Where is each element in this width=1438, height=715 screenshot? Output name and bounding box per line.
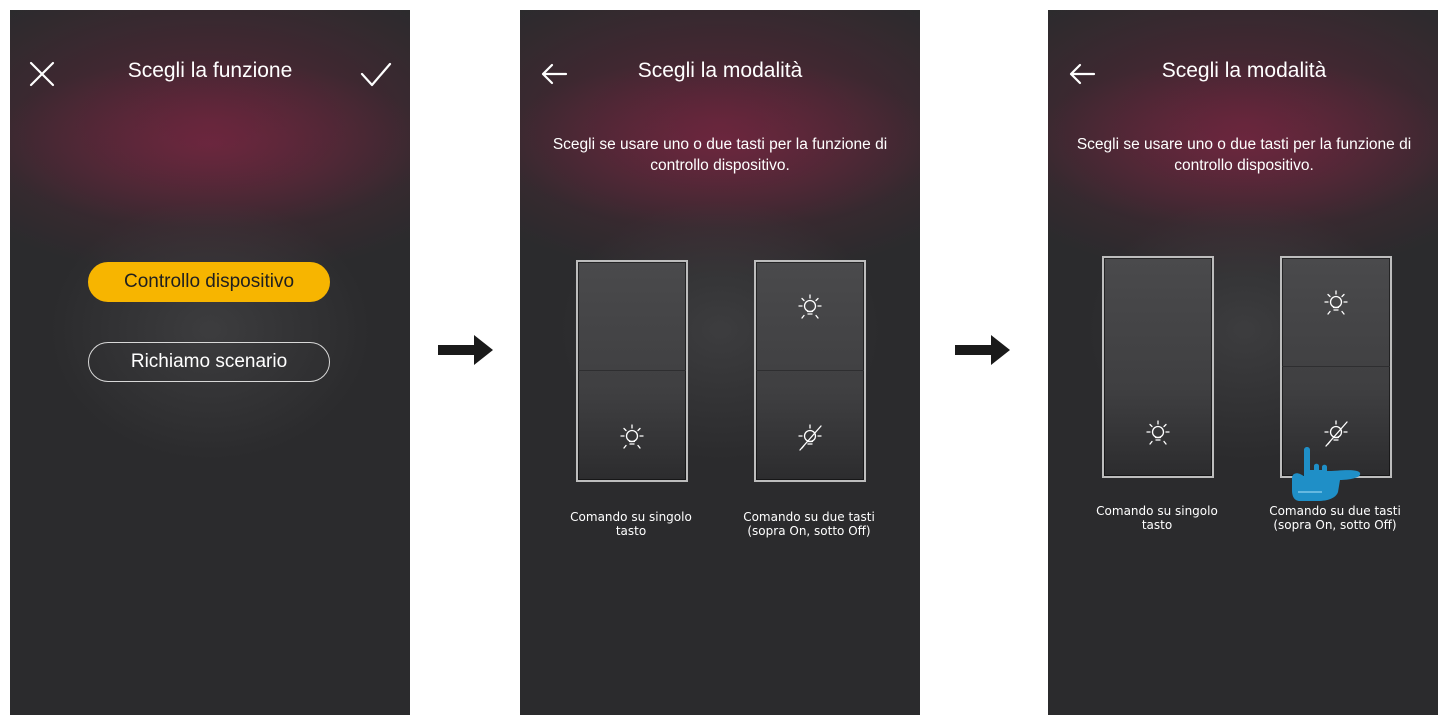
page-title: Scegli la modalità bbox=[1161, 59, 1327, 82]
controllo-dispositivo-button[interactable]: Controllo dispositivo bbox=[88, 262, 330, 302]
bulb-on-icon bbox=[1142, 418, 1174, 450]
right-arrow-icon bbox=[955, 333, 1011, 367]
single-key-option[interactable] bbox=[1102, 256, 1214, 478]
single-key-label: Comando su singolo tasto bbox=[1096, 504, 1218, 532]
two-key-option[interactable] bbox=[754, 260, 866, 482]
two-key-label: Comando su due tasti (sopra On, sotto Of… bbox=[1269, 504, 1401, 532]
switch-divider bbox=[1282, 366, 1390, 367]
bulb-on-icon bbox=[616, 422, 648, 454]
screen-choose-function: Scegli la funzione Controllo dispositivo… bbox=[10, 10, 410, 715]
bulb-on-icon bbox=[1320, 288, 1352, 320]
instruction-text: Scegli se usare uno o due tasti per la f… bbox=[552, 136, 888, 174]
screen-choose-mode-tapped: Scegli la modalità Scegli se usare uno o… bbox=[1048, 10, 1438, 715]
screen-choose-mode: Scegli la modalità Scegli se usare uno o… bbox=[520, 10, 920, 715]
background-glow bbox=[50, 200, 370, 460]
single-key-label: Comando su singolo tasto bbox=[570, 510, 692, 538]
switch-divider bbox=[756, 370, 864, 371]
page-title: Scegli la funzione bbox=[127, 59, 293, 82]
tap-hand-icon bbox=[1288, 440, 1368, 502]
single-key-option[interactable] bbox=[576, 260, 688, 482]
richiamo-scenario-button[interactable]: Richiamo scenario bbox=[88, 342, 330, 382]
page-title: Scegli la modalità bbox=[637, 59, 803, 82]
check-icon[interactable] bbox=[360, 58, 392, 90]
switch-divider bbox=[578, 370, 686, 371]
bulb-on-icon bbox=[794, 292, 826, 324]
instruction-text: Scegli se usare uno o due tasti per la f… bbox=[1076, 136, 1412, 174]
bulb-off-icon bbox=[794, 422, 826, 454]
right-arrow-icon bbox=[438, 333, 494, 367]
two-key-label: Comando su due tasti (sopra On, sotto Of… bbox=[743, 510, 875, 538]
